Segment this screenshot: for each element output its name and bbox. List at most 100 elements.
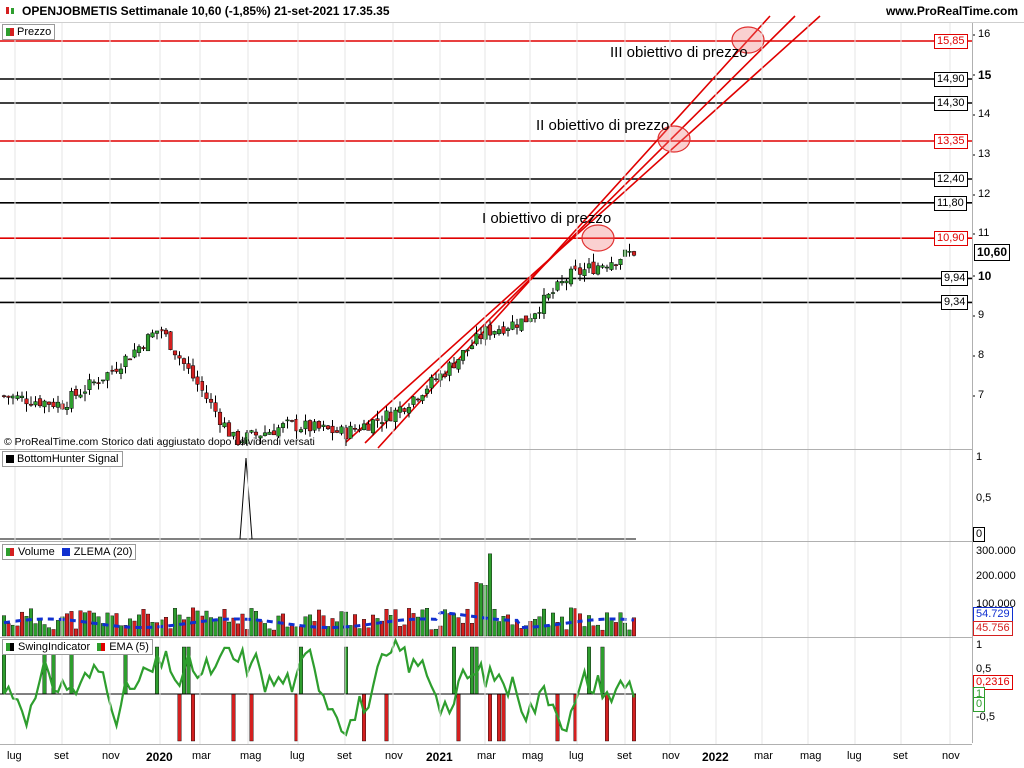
volume-bar [429, 629, 434, 637]
candle-body [631, 251, 637, 256]
volume-bar [542, 608, 547, 637]
volume-legend-label: Volume [18, 546, 55, 558]
volume-bar [168, 628, 173, 637]
volume-bar [447, 613, 452, 637]
bh-axis-05: 0,5 [976, 492, 992, 504]
candle-body [433, 378, 439, 381]
swing-value-0: 0 [973, 697, 986, 712]
volume-bar [69, 611, 74, 637]
candle-body [303, 420, 308, 430]
swing-legend[interactable]: SwingIndicator EMA (5) [2, 639, 153, 655]
target-ellipse [581, 224, 615, 252]
volume-bar [272, 629, 277, 637]
volume-legend[interactable]: Volume ZLEMA (20) [2, 544, 137, 560]
price-axis-tick: 11 [978, 227, 990, 239]
candle-body [132, 349, 137, 358]
volume-bar [312, 621, 317, 637]
price-legend-swatch [6, 28, 14, 36]
candle-body [195, 376, 200, 385]
swing-bar-down [501, 693, 506, 742]
candle-body [55, 401, 61, 408]
price-axis-tick: 13 [978, 148, 991, 160]
volume-bar [253, 611, 258, 637]
candle-body [271, 430, 277, 436]
volume-legend-swatch [6, 548, 14, 556]
candle-body [6, 395, 11, 398]
volume-bar [339, 611, 344, 637]
x-axis-tick: mag [522, 750, 544, 762]
candle-body [447, 362, 452, 376]
volume-bar [199, 615, 204, 637]
candle-body [334, 430, 340, 433]
volume-bar [366, 627, 371, 637]
candle-body [388, 411, 394, 422]
chart-window: OPENJOBMETIS Settimanale 10,60 (-1,85%) … [0, 0, 1024, 768]
swing-bar-up [452, 646, 457, 695]
candle-body [357, 428, 362, 431]
zlema-legend-label: ZLEMA (20) [73, 546, 133, 558]
zlema-last-value: 54.729 [973, 607, 1013, 622]
candle-body [474, 333, 479, 345]
candle-body [316, 421, 322, 429]
volume-bar [492, 608, 497, 637]
volume-bar [420, 609, 425, 637]
x-axis-tick: lug [847, 750, 862, 762]
level-tag: 14,30 [934, 96, 968, 111]
volume-bar [231, 617, 236, 637]
candle-body [469, 345, 475, 349]
candle-body [429, 377, 434, 389]
vol-axis-300000: 300.000 [976, 545, 1016, 557]
candle-body [604, 266, 610, 269]
candle-body [163, 329, 169, 335]
candle-body [100, 379, 106, 382]
ema-legend-label: EMA (5) [109, 641, 149, 653]
volume-bar [519, 628, 524, 637]
candle-body [393, 409, 398, 422]
candle-body [208, 398, 214, 403]
volume-bar [605, 612, 610, 637]
candle-body [10, 395, 16, 399]
bottomhunter-legend[interactable]: BottomHunter Signal [2, 451, 123, 467]
swing-bar-down [177, 693, 182, 742]
volume-bar [456, 617, 461, 637]
bottomhunter-spike [239, 457, 253, 540]
candle-body [370, 419, 376, 434]
price-axis-tick: 15 [978, 68, 992, 82]
candle-body [618, 258, 623, 265]
candle-body [168, 331, 173, 350]
volume-bar [276, 615, 281, 637]
target2-label: II obiettivo di prezzo [536, 117, 670, 134]
volume-bar [434, 628, 439, 637]
candle-body [411, 396, 416, 405]
candle-body [595, 265, 601, 275]
candle-body [451, 362, 457, 369]
candle-body [285, 419, 290, 422]
candle-body [442, 373, 448, 377]
candle-body [190, 365, 196, 379]
candle-body [519, 318, 524, 331]
swing-axis-1: 1 [976, 639, 983, 651]
volume-bar [425, 608, 430, 637]
swing-bar-down [190, 693, 195, 742]
candle-body [456, 359, 461, 370]
level-tag: 10,90 [934, 231, 968, 247]
candle-body [568, 268, 574, 285]
candle-body [537, 312, 542, 314]
candle-body [420, 395, 425, 401]
volume-bar [582, 626, 587, 637]
x-axis-tick: mag [240, 750, 262, 762]
level-tag: 11,80 [934, 195, 967, 211]
price-legend[interactable]: Prezzo [2, 24, 56, 40]
volume-bar [64, 613, 69, 637]
target1-label: I obiettivo di prezzo [482, 210, 612, 227]
swing-bar-down [605, 693, 610, 742]
candle-body [87, 379, 92, 390]
volume-bar [452, 613, 457, 637]
volume-bar [488, 553, 493, 637]
candle-body [321, 424, 326, 427]
swing-bar-up [299, 646, 304, 695]
candle-body [339, 426, 344, 434]
level-tag: 12,40 [934, 172, 968, 187]
candle-body [586, 263, 592, 269]
x-axis-tick: 2020 [146, 750, 173, 764]
